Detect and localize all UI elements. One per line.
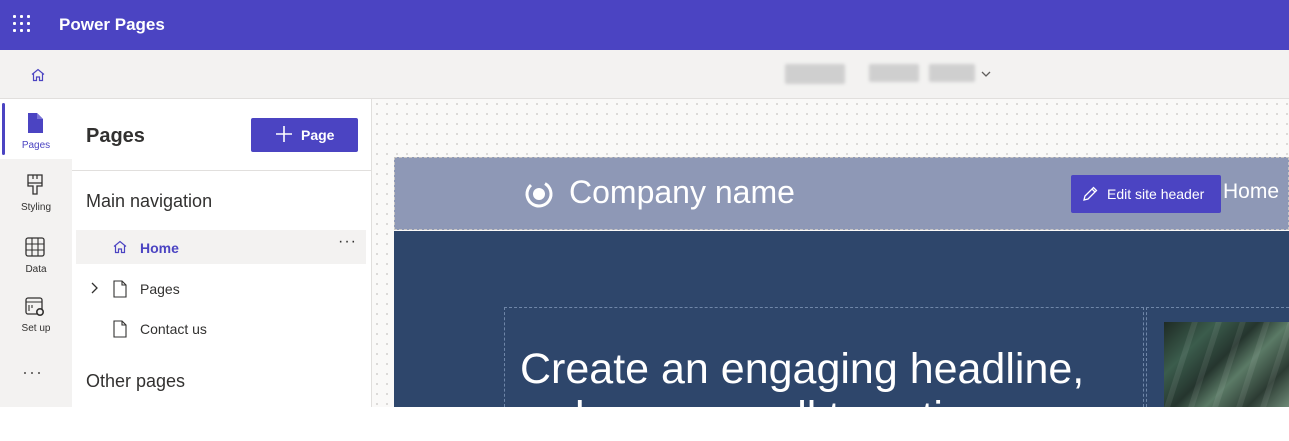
site-selector[interactable] — [785, 62, 995, 88]
pages-panel: Pages Page Main navigation Home ··· Page… — [72, 99, 372, 407]
app-header-bar: Power Pages — [0, 0, 1289, 50]
rail-label: Pages — [21, 140, 51, 151]
chevron-down-icon — [981, 71, 991, 77]
panel-title: Pages — [86, 125, 145, 147]
panel-divider — [72, 170, 371, 171]
rail-label: Set up — [21, 323, 51, 334]
app-launcher-icon[interactable] — [13, 15, 33, 35]
home-icon[interactable] — [30, 67, 46, 88]
edit-site-header-label: Edit site header — [1107, 186, 1205, 202]
rail-label: Styling — [20, 202, 51, 213]
chevron-right-icon[interactable] — [88, 281, 100, 295]
plus-icon — [276, 126, 292, 142]
rail-item-pages[interactable]: Pages — [0, 99, 72, 159]
rail-item-data[interactable]: Data — [0, 223, 72, 283]
site-nav-home-link[interactable]: Home — [1223, 180, 1279, 204]
rail-item-setup[interactable]: Set up — [0, 285, 72, 345]
table-icon — [25, 237, 45, 257]
nav-item-label: Pages — [140, 281, 180, 297]
hero-image[interactable] — [1164, 322, 1289, 407]
command-bar — [0, 50, 1289, 99]
home-icon — [113, 240, 127, 254]
company-logo-icon — [525, 180, 553, 208]
nav-item-label: Contact us — [140, 321, 207, 337]
rail-item-styling[interactable]: Styling — [0, 161, 72, 221]
other-pages-heading: Other pages — [86, 371, 186, 391]
setup-icon — [25, 297, 45, 317]
nav-item-contact-us[interactable]: Contact us — [76, 311, 366, 345]
pencil-icon — [1083, 186, 1098, 201]
company-name[interactable]: Company name — [569, 174, 795, 211]
more-options-icon[interactable]: ··· — [338, 233, 357, 251]
nav-item-label: Home — [140, 240, 179, 256]
add-page-button[interactable]: Page — [251, 118, 358, 152]
left-rail: Pages Styling Data Set up — [0, 99, 72, 407]
add-page-label: Page — [301, 127, 335, 143]
hero-headline[interactable]: Create an engaging headline, — [520, 345, 1084, 394]
rail-label: Data — [25, 264, 47, 275]
edit-site-header-button[interactable]: Edit site header — [1071, 175, 1221, 213]
app-title[interactable]: Power Pages — [59, 15, 165, 35]
page-icon — [113, 280, 127, 298]
paintbrush-icon — [27, 174, 43, 195]
nav-item-home[interactable]: Home ··· — [76, 230, 366, 264]
nav-item-pages[interactable]: Pages — [76, 271, 366, 305]
hero-headline-continued[interactable]: welcome or call to action — [520, 396, 991, 439]
page-icon — [28, 113, 43, 133]
main-navigation-heading: Main navigation — [86, 191, 213, 211]
page-icon — [113, 320, 127, 338]
rail-more-button[interactable]: ··· — [22, 362, 43, 383]
